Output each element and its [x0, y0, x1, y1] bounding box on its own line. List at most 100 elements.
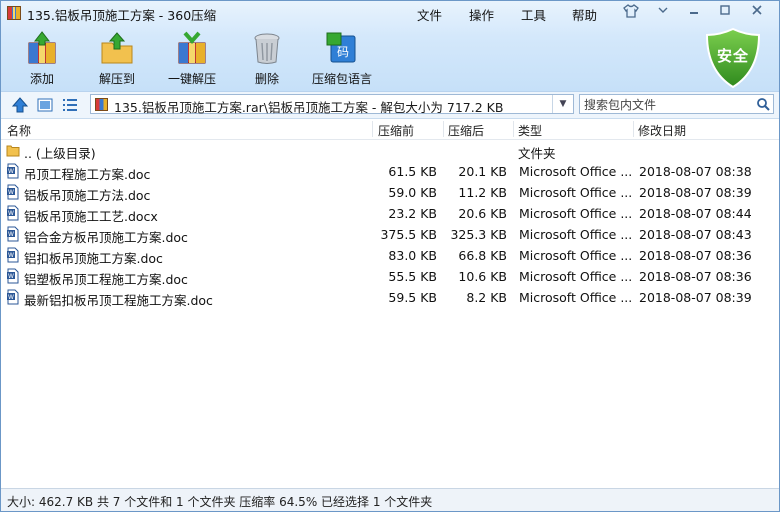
svg-text:W: W [8, 252, 14, 259]
app-archive-icon [7, 6, 21, 20]
view-icon-mode-icon[interactable] [36, 96, 54, 114]
svg-text:W: W [8, 231, 14, 238]
column-separator [633, 121, 634, 137]
menu-operation[interactable]: 操作 [469, 5, 494, 24]
file-size-after: 325.3 KB [450, 227, 507, 242]
title-bar: 135.铝板吊顶施工方案 - 360压缩 文件 操作 工具 帮助 [1, 1, 779, 25]
column-separator [443, 121, 444, 137]
parent-directory-name: .. (上级目录) [24, 146, 96, 161]
file-name: 铝板吊顶施工方法.doc [24, 188, 151, 203]
header-area: 135.铝板吊顶施工方案 - 360压缩 文件 操作 工具 帮助 添加 解压到 … [1, 1, 779, 91]
column-before-size[interactable]: 压缩前 [378, 122, 414, 139]
search-icon[interactable] [756, 97, 770, 111]
table-row[interactable]: W 最新铝扣板吊顶工程施工方案.doc 59.5 KB 8.2 KB Micro… [1, 287, 779, 308]
file-name: 铝扣板吊顶施工方案.doc [24, 251, 163, 266]
file-date: 2018-08-07 08:36 [639, 269, 752, 284]
column-modified[interactable]: 修改日期 [638, 122, 686, 139]
file-size-before: 55.5 KB [388, 269, 437, 284]
parent-directory-row[interactable]: .. (上级目录) 文件夹 [1, 140, 779, 161]
maximize-icon[interactable] [715, 4, 735, 21]
word-document-icon: W [7, 163, 19, 179]
word-document-icon: W [7, 226, 19, 242]
window-title: 135.铝板吊顶施工方案 - 360压缩 [27, 8, 217, 23]
svg-text:W: W [8, 273, 14, 280]
extract-to-button[interactable]: 解压到 [82, 29, 152, 87]
file-date: 2018-08-07 08:43 [639, 227, 752, 242]
search-input[interactable] [582, 96, 754, 114]
column-after-size[interactable]: 压缩后 [448, 122, 484, 139]
address-dropdown-icon[interactable]: ▼ [552, 95, 573, 113]
parent-directory-type: 文件夹 [518, 146, 556, 161]
file-type: Microsoft Office ... [519, 290, 633, 305]
table-row[interactable]: W 铝板吊顶施工方法.doc 59.0 KB 11.2 KB Microsoft… [1, 182, 779, 203]
extract-to-label: 解压到 [98, 72, 135, 86]
file-size-before: 83.0 KB [388, 248, 437, 263]
app-window: 135.铝板吊顶施工方案 - 360压缩 文件 操作 工具 帮助 添加 解压到 … [0, 0, 780, 512]
file-name: 铝合金方板吊顶施工方案.doc [24, 230, 188, 245]
file-date: 2018-08-07 08:39 [639, 185, 752, 200]
column-separator [513, 121, 514, 137]
table-row[interactable]: W 铝塑板吊顶工程施工方案.doc 55.5 KB 10.6 KB Micros… [1, 266, 779, 287]
file-size-before: 23.2 KB [388, 206, 437, 221]
file-size-after: 11.2 KB [458, 185, 507, 200]
file-size-before: 59.0 KB [388, 185, 437, 200]
word-document-icon: W [7, 289, 19, 305]
file-size-before: 375.5 KB [380, 227, 437, 242]
word-document-icon: W [7, 247, 19, 263]
file-size-after: 20.6 KB [458, 206, 507, 221]
svg-text:W: W [8, 210, 14, 217]
column-type[interactable]: 类型 [518, 122, 542, 139]
comment-label: 压缩包语言 [311, 72, 372, 86]
svg-text:码: 码 [337, 45, 349, 59]
trash-icon [254, 33, 280, 64]
close-icon[interactable] [747, 4, 767, 21]
delete-button[interactable]: 删除 [232, 29, 302, 87]
minimize-icon[interactable] [684, 4, 704, 21]
file-list: .. (上级目录) 文件夹 W 吊顶工程施工方案.doc 61.5 KB 20.… [1, 140, 779, 485]
address-path: 135.铝板吊顶施工方案.rar\铝板吊顶施工方案 - 解包大小为 717.2 … [114, 100, 504, 115]
security-label: 安全 [716, 47, 749, 65]
status-text: 大小: 462.7 KB 共 7 个文件和 1 个文件夹 压缩率 64.5% 已… [7, 495, 433, 509]
menu-file[interactable]: 文件 [417, 5, 442, 24]
add-label: 添加 [29, 72, 54, 86]
file-size-after: 66.8 KB [458, 248, 507, 263]
word-document-icon: W [7, 184, 19, 200]
table-row[interactable]: W 吊顶工程施工方案.doc 61.5 KB 20.1 KB Microsoft… [1, 161, 779, 182]
file-type: Microsoft Office ... [519, 269, 633, 284]
one-click-extract-button[interactable]: 一键解压 [157, 29, 227, 87]
address-bar[interactable]: 135.铝板吊顶施工方案.rar\铝板吊顶施工方案 - 解包大小为 717.2 … [90, 94, 574, 115]
view-list-mode-icon[interactable] [61, 96, 79, 114]
file-date: 2018-08-07 08:44 [639, 206, 752, 221]
file-size-after: 8.2 KB [466, 290, 507, 305]
file-type: Microsoft Office ... [519, 248, 633, 263]
table-row[interactable]: W 铝板吊顶施工工艺.docx 23.2 KB 20.6 KB Microsof… [1, 203, 779, 224]
table-row[interactable]: W 铝合金方板吊顶施工方案.doc 375.5 KB 325.3 KB Micr… [1, 224, 779, 245]
search-box[interactable] [579, 94, 774, 114]
one-click-extract-icon [178, 31, 206, 64]
column-name[interactable]: 名称 [7, 122, 31, 139]
extract-folder-icon [101, 32, 133, 64]
code-comment-icon: 码 [326, 32, 356, 63]
file-type: Microsoft Office ... [519, 206, 633, 221]
security-shield[interactable]: 安全 [704, 27, 762, 89]
menu-tools[interactable]: 工具 [521, 5, 546, 24]
file-name: 吊顶工程施工方案.doc [24, 167, 151, 182]
column-headers: 名称 压缩前 压缩后 类型 修改日期 [1, 119, 779, 140]
svg-text:W: W [8, 168, 14, 175]
file-type: Microsoft Office ... [519, 164, 633, 179]
menu-help[interactable]: 帮助 [572, 5, 597, 24]
up-arrow-icon[interactable] [11, 96, 29, 114]
table-row[interactable]: W 铝扣板吊顶施工方案.doc 83.0 KB 66.8 KB Microsof… [1, 245, 779, 266]
word-document-icon: W [7, 268, 19, 284]
menu-dropdown-icon[interactable] [653, 4, 673, 21]
status-bar: 大小: 462.7 KB 共 7 个文件和 1 个文件夹 压缩率 64.5% 已… [1, 488, 779, 511]
file-size-before: 61.5 KB [388, 164, 437, 179]
add-button[interactable]: 添加 [7, 29, 77, 87]
file-name: 铝板吊顶施工工艺.docx [24, 209, 158, 224]
skin-shirt-icon[interactable] [621, 4, 641, 21]
comment-button[interactable]: 码 压缩包语言 [307, 29, 377, 87]
column-separator [372, 121, 373, 137]
file-size-before: 59.5 KB [388, 290, 437, 305]
address-row: 135.铝板吊顶施工方案.rar\铝板吊顶施工方案 - 解包大小为 717.2 … [1, 91, 779, 119]
file-date: 2018-08-07 08:38 [639, 164, 752, 179]
